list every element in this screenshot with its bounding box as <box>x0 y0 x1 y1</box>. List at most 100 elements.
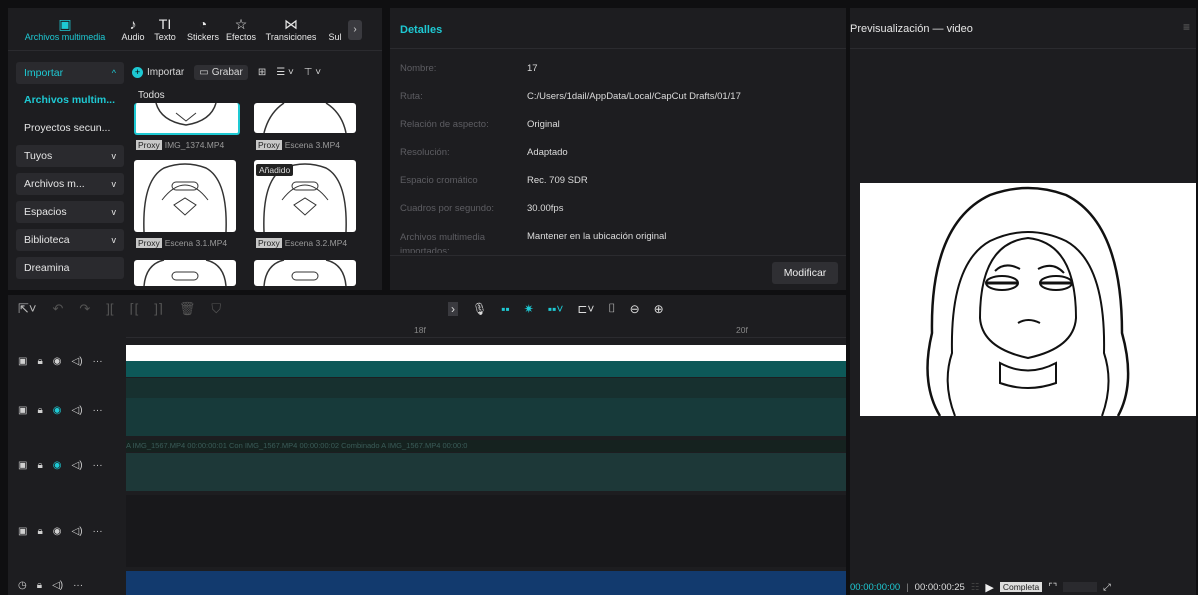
timeline-panel: ⇱˅ ↶ ↷ ][ ⌈[ ]⌉ 🗑 ⛉ › 🎙 ▪▪ ✷ ▪▪˅ ⊏˅ ⌷ ⊖ … <box>8 295 846 595</box>
video-clip[interactable] <box>126 453 846 491</box>
video-preview-frame <box>860 183 1196 417</box>
chevron-down-icon: v <box>111 235 117 245</box>
timeline-toolbar-right: › 🎙 ▪▪ ✷ ▪▪˅ ⊏˅ ⌷ ⊖ ⊕ <box>448 301 664 316</box>
timecode-toggle-icon[interactable]: ☷ <box>971 582 980 593</box>
volume-icon[interactable]: ◁) <box>52 580 63 591</box>
video-clip[interactable] <box>126 398 846 436</box>
media-clip-thumbnail[interactable] <box>134 160 236 232</box>
collapse-arrow-icon[interactable]: › <box>448 301 458 316</box>
modify-button[interactable]: Modificar <box>772 262 838 284</box>
caption-icon[interactable]: ⌷ <box>608 301 615 316</box>
total-time: 00:00:00:25 <box>914 581 965 593</box>
ratio-button[interactable] <box>1063 582 1098 592</box>
microphone-icon[interactable]: 🎙 <box>472 302 487 316</box>
select-cursor-icon[interactable]: ⇱˅ <box>18 301 36 317</box>
lock-icon[interactable]: 🔒︎ <box>37 460 42 471</box>
sidebar-item-espacios[interactable]: Espacios v <box>16 201 124 223</box>
tab-transitions[interactable]: ⋈ Transiciones <box>260 16 322 42</box>
volume-icon[interactable]: ◁) <box>72 405 83 416</box>
timeline-ruler[interactable]: 18f 20f <box>126 323 846 338</box>
audio-clip[interactable] <box>126 571 846 595</box>
snap-icon[interactable]: ▪▪˅ <box>548 302 564 316</box>
magnet-icon[interactable]: ✷ <box>524 302 534 316</box>
chevron-right-icon: › <box>353 24 357 35</box>
more-icon[interactable]: ··· <box>93 405 103 416</box>
more-icon[interactable]: ··· <box>73 580 83 591</box>
volume-icon[interactable]: ◁) <box>72 460 83 471</box>
plus-circle-icon: + <box>132 66 143 78</box>
volume-icon[interactable]: ◁) <box>72 526 83 537</box>
track-header: ▣ 🔒︎ ◉ ◁) ··· <box>8 511 126 551</box>
record-button[interactable]: ▭ Grabar <box>194 64 248 80</box>
trim-right-icon[interactable]: ]⌉ <box>154 301 163 317</box>
link-clips-icon[interactable]: ▪▪ <box>501 302 510 316</box>
import-button[interactable]: + Importar <box>132 66 184 78</box>
trim-left-icon[interactable]: ⌈[ <box>130 301 139 317</box>
delete-icon[interactable]: 🗑 <box>179 301 196 317</box>
more-icon[interactable]: ··· <box>93 526 103 537</box>
preview-axis-icon[interactable]: ⊏˅ <box>577 302 594 316</box>
eye-icon[interactable]: ◉ <box>53 460 62 471</box>
tab-media[interactable]: ▣ Archivos multimedia <box>12 16 118 42</box>
sticker-icon: ◔ <box>198 16 208 32</box>
undo-icon[interactable]: ↶ <box>52 301 63 317</box>
sidebar-item-archivos[interactable]: Archivos m... v <box>16 173 124 195</box>
chevron-up-icon: ^ <box>111 68 116 78</box>
lock-icon[interactable]: 🔒︎ <box>37 405 42 416</box>
play-button[interactable]: ▶ <box>985 581 993 594</box>
track-header: ▣ 🔒︎ ◉ ◁) ··· <box>8 445 126 485</box>
fit-icon[interactable]: ⌜⌝ <box>1048 582 1057 593</box>
media-panel: ▣ Archivos multimedia ♪ Audio TI Texto ◔… <box>8 8 382 290</box>
media-clip-caption: Proxy IMG_1374.MP4 <box>136 140 225 150</box>
clip-labels: A IMG_1567.MP4 00:00:00:01 Con IMG_1567.… <box>126 440 846 452</box>
audio-icon: ♪ <box>129 16 137 32</box>
track-type-icon: ▣ <box>18 459 28 471</box>
eye-icon[interactable]: ◉ <box>53 526 62 537</box>
eye-icon[interactable]: ◉ <box>53 405 62 416</box>
current-time: 00:00:00:00 <box>850 581 901 593</box>
more-icon[interactable]: ··· <box>93 460 103 471</box>
tabs-scroll-right-button[interactable]: › <box>348 20 362 40</box>
tab-text[interactable]: TI Texto <box>150 16 180 42</box>
tab-effects[interactable]: ☆ Efectos <box>224 16 258 42</box>
view-grid-icon[interactable]: ⊞ <box>258 67 266 78</box>
transitions-icon: ⋈ <box>284 16 298 32</box>
video-clip[interactable] <box>126 345 846 361</box>
media-clip-caption: Proxy Escena 3.MP4 <box>256 140 341 150</box>
filter-icon[interactable]: ⊤ ˅ <box>304 67 321 78</box>
sidebar-item-secondary-projects[interactable]: Proyectos secun... <box>16 117 124 139</box>
sidebar-item-tuyos[interactable]: Tuyos v <box>16 145 124 167</box>
tab-audio[interactable]: ♪ Audio <box>120 16 146 42</box>
tab-subtitles[interactable]: Sul <box>324 16 346 42</box>
section-title: Todos <box>138 90 165 101</box>
lock-icon[interactable]: 🔒︎ <box>37 356 42 367</box>
sidebar-item-media-files[interactable]: Archivos multim... <box>16 89 124 111</box>
tab-stickers[interactable]: ◔ Stickers <box>184 16 222 42</box>
media-clip-thumbnail[interactable] <box>134 103 240 135</box>
media-icon: ▣ <box>58 16 72 32</box>
media-clip-thumbnail[interactable] <box>254 260 356 286</box>
zoom-in-icon[interactable]: ⊕ <box>654 302 664 316</box>
sort-icon[interactable]: ☰ ˅ <box>276 67 294 78</box>
media-clip-thumbnail[interactable]: Añadido <box>254 160 356 232</box>
zoom-out-icon[interactable]: ⊖ <box>630 302 640 316</box>
lock-icon[interactable]: 🔒︎ <box>37 526 42 537</box>
lock-icon[interactable]: 🔒︎ <box>37 580 42 591</box>
redo-icon[interactable]: ↷ <box>79 301 90 317</box>
menu-icon[interactable]: ≡ <box>1183 20 1190 34</box>
more-icon[interactable]: ··· <box>93 356 103 367</box>
sidebar-item-dreamina[interactable]: Dreamina <box>16 257 124 279</box>
media-clip-thumbnail[interactable] <box>254 103 356 133</box>
sidebar-item-biblioteca[interactable]: Biblioteca v <box>16 229 124 251</box>
shield-icon[interactable]: ⛉ <box>211 301 221 317</box>
chevron-down-icon: v <box>111 151 117 161</box>
track-header: ▣ 🔒︎ ◉ ◁) ··· <box>8 390 126 430</box>
fullscreen-icon[interactable]: ⤢ <box>1103 582 1111 593</box>
media-clip-thumbnail[interactable] <box>134 260 236 286</box>
quality-select[interactable]: Completa <box>999 582 1043 592</box>
sidebar-item-importar[interactable]: Importar ^ <box>16 62 124 84</box>
eye-icon[interactable]: ◉ <box>53 356 62 367</box>
split-icon[interactable]: ][ <box>106 301 113 317</box>
preview-controls: 00:00:00:00 | 00:00:00:25 ☷ ▶ Completa ⌜… <box>850 581 1111 594</box>
volume-icon[interactable]: ◁) <box>72 356 83 367</box>
